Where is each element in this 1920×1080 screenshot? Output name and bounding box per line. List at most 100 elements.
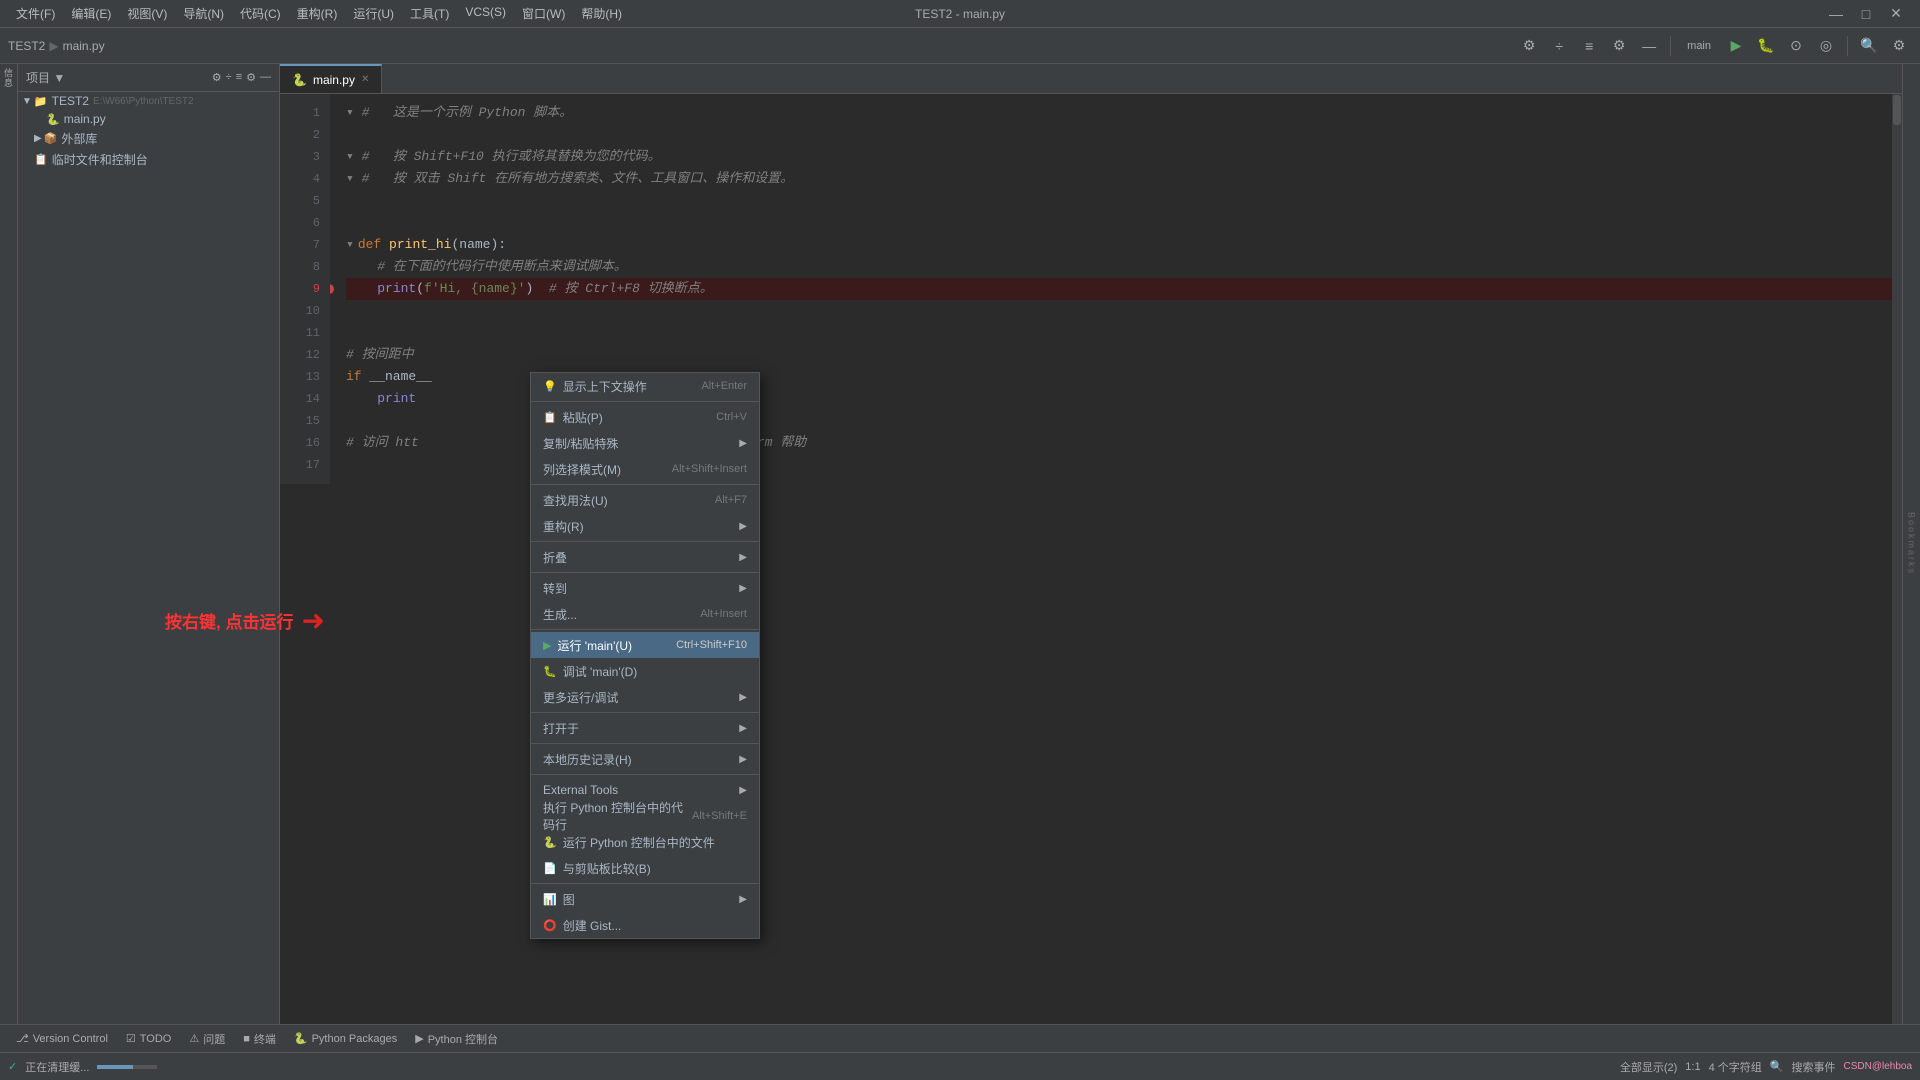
line-num-4: 4 (280, 168, 330, 190)
cm-diagram[interactable]: 📊 图 ▶ (531, 886, 759, 912)
cm-more-run[interactable]: 更多运行/调试 ▶ (531, 684, 759, 710)
menu-refactor[interactable]: 重构(R) (291, 3, 344, 24)
run-button[interactable]: ▶ (1723, 33, 1749, 59)
tab-terminal[interactable]: ■ 终端 (235, 1025, 284, 1052)
coverage-button[interactable]: ◎ (1813, 33, 1839, 59)
tree-external-libs[interactable]: ▶ 📦 外部库 (18, 128, 279, 149)
close-button[interactable]: ✕ (1882, 0, 1910, 28)
tab-python-console[interactable]: ▶ Python 控制台 (407, 1025, 506, 1052)
code-line-10 (346, 300, 1894, 322)
maximize-button[interactable]: □ (1852, 0, 1880, 28)
terminal-icon: ■ (243, 1033, 250, 1045)
cm-column-select-label: 列选择模式(M) (543, 461, 621, 478)
panel-icon-gear[interactable]: ⚙ (246, 71, 256, 84)
profile-button[interactable]: ⊙ (1783, 33, 1809, 59)
cm-generate[interactable]: 生成... Alt+Insert (531, 601, 759, 627)
editor-scrollbar[interactable] (1892, 94, 1902, 1024)
cm-open-in[interactable]: 打开于 ▶ (531, 715, 759, 741)
cm-run-file-console[interactable]: 🐍 运行 Python 控制台中的文件 (531, 829, 759, 855)
cm-run-file-console-label: 运行 Python 控制台中的文件 (563, 834, 715, 851)
tab-bar: 🐍 main.py ✕ (280, 64, 1902, 94)
settings-main-button[interactable]: ⚙ (1886, 33, 1912, 59)
project-tree: ▼ 📁 TEST2 E:\W66\Python\TEST2 🐍 main.py … (18, 92, 279, 170)
cm-paste-special[interactable]: 复制/粘贴特殊 ▶ (531, 430, 759, 456)
cm-paste-shortcut: Ctrl+V (716, 411, 747, 423)
tab-mainpy[interactable]: 🐍 main.py ✕ (280, 64, 382, 93)
cm-sep-4 (531, 572, 759, 573)
breakpoint-dot (330, 284, 334, 294)
cm-local-history[interactable]: 本地历史记录(H) ▶ (531, 746, 759, 772)
menu-bar[interactable]: 文件(F) 编辑(E) 视图(V) 导航(N) 代码(C) 重构(R) 运行(U… (10, 3, 628, 24)
minimize-button[interactable]: — (1822, 0, 1850, 28)
tree-temp[interactable]: 📋 临时文件和控制台 (18, 149, 279, 170)
folder-icon: 📁 (34, 95, 48, 108)
cm-run-main-shortcut: Ctrl+Shift+F10 (676, 639, 747, 651)
tab-close-icon[interactable]: ✕ (361, 74, 369, 85)
search-everywhere-button[interactable]: 🔍 (1856, 33, 1882, 59)
config-icon[interactable]: ⚙ (1606, 33, 1632, 59)
cm-context-actions[interactable]: 💡 显示上下文操作 Alt+Enter (531, 373, 759, 399)
tab-version-control[interactable]: ⎇ Version Control (8, 1025, 116, 1052)
menu-view[interactable]: 视图(V) (121, 3, 173, 24)
line-num-1: 1 (280, 102, 330, 124)
cm-paste[interactable]: 📋 粘贴(P) Ctrl+V (531, 404, 759, 430)
window-title: TEST2 - main.py (915, 7, 1005, 21)
editor-area: 🐍 main.py ✕ 1 2 3 4 5 6 7 8 9 10 11 12 1… (280, 64, 1902, 1024)
line-num-2: 2 (280, 124, 330, 146)
tree-mainpy[interactable]: 🐍 main.py (18, 110, 279, 128)
tab-python-packages[interactable]: 🐍 Python Packages (286, 1025, 405, 1052)
code-editor[interactable]: 1 2 3 4 5 6 7 8 9 10 11 12 13 14 15 16 1… (280, 94, 1902, 1024)
tab-todo[interactable]: ☑ TODO (118, 1025, 179, 1052)
show-all-text[interactable]: 全部显示(2) (1620, 1059, 1677, 1075)
menu-code[interactable]: 代码(C) (234, 3, 287, 24)
scrollbar-thumb[interactable] (1893, 95, 1901, 125)
warning-icon: ⚠ (189, 1032, 199, 1045)
structure-icon[interactable]: 信息 (2, 68, 15, 88)
cm-generate-shortcut: Alt+Insert (700, 608, 747, 620)
cm-sep-3 (531, 541, 759, 542)
cm-find-usages[interactable]: 查找用法(U) Alt+F7 (531, 487, 759, 513)
tab-python-packages-label: Python Packages (312, 1033, 398, 1045)
context-menu: 💡 显示上下文操作 Alt+Enter 📋 粘贴(P) Ctrl+V 复制/粘贴… (530, 372, 760, 939)
cm-debug-main-label: 调试 'main'(D) (563, 663, 638, 680)
tree-root[interactable]: ▼ 📁 TEST2 E:\W66\Python\TEST2 (18, 92, 279, 110)
menu-edit[interactable]: 编辑(E) (65, 3, 117, 24)
panel-icon-2[interactable]: ÷ (226, 71, 232, 84)
collapse-icon[interactable]: — (1636, 33, 1662, 59)
search-events-label[interactable]: 搜索事件 (1791, 1059, 1835, 1075)
code-line-5 (346, 190, 1894, 212)
tab-problems[interactable]: ⚠ 问题 (181, 1025, 233, 1052)
layout-icon[interactable]: ≡ (1576, 33, 1602, 59)
cm-run-main-label: 运行 'main'(U) (557, 637, 632, 654)
toolbar: TEST2 ▶ main.py ⚙ ÷ ≡ ⚙ — main ▶ 🐛 ⊙ ◎ 🔍… (0, 28, 1920, 64)
menu-help[interactable]: 帮助(H) (575, 3, 628, 24)
panel-icon-close[interactable]: — (260, 71, 271, 84)
debug-button[interactable]: 🐛 (1753, 33, 1779, 59)
menu-vcs[interactable]: VCS(S) (459, 3, 512, 24)
menu-run[interactable]: 运行(U) (347, 3, 400, 24)
menu-file[interactable]: 文件(F) (10, 3, 61, 24)
menu-navigate[interactable]: 导航(N) (177, 3, 230, 24)
divide-icon[interactable]: ÷ (1546, 33, 1572, 59)
cm-refactor[interactable]: 重构(R) ▶ (531, 513, 759, 539)
status-bar: ✓ 正在清理缓... 全部显示(2) 1:1 4 个字符组 🔍 搜索事件 CSD… (0, 1052, 1920, 1080)
menu-window[interactable]: 窗口(W) (516, 3, 571, 24)
menu-tools[interactable]: 工具(T) (404, 3, 455, 24)
cm-create-gist[interactable]: ⭕ 创建 Gist... (531, 912, 759, 938)
position-text: 1:1 (1685, 1061, 1700, 1073)
cm-goto[interactable]: 转到 ▶ (531, 575, 759, 601)
cm-fold-label: 折叠 (543, 549, 567, 566)
cm-exec-in-console-label: 执行 Python 控制台中的代码行 (543, 799, 692, 833)
settings-icon[interactable]: ⚙ (1516, 33, 1542, 59)
panel-icon-1[interactable]: ⚙ (212, 71, 222, 84)
cm-run-main[interactable]: ▶ 运行 'main'(U) Ctrl+Shift+F10 (531, 632, 759, 658)
cm-debug-main[interactable]: 🐛 调试 'main'(D) (531, 658, 759, 684)
search-icon[interactable]: 🔍 (1770, 1060, 1784, 1073)
cm-exec-in-console[interactable]: 执行 Python 控制台中的代码行 Alt+Shift+E (531, 803, 759, 829)
cm-compare-clipboard[interactable]: 📄 与剪贴板比较(B) (531, 855, 759, 881)
panel-icon-3[interactable]: ≡ (236, 71, 242, 84)
cm-fold[interactable]: 折叠 ▶ (531, 544, 759, 570)
window-controls[interactable]: — □ ✕ (1822, 0, 1910, 28)
cm-more-run-sub: ▶ (739, 692, 747, 703)
cm-column-select[interactable]: 列选择模式(M) Alt+Shift+Insert (531, 456, 759, 482)
